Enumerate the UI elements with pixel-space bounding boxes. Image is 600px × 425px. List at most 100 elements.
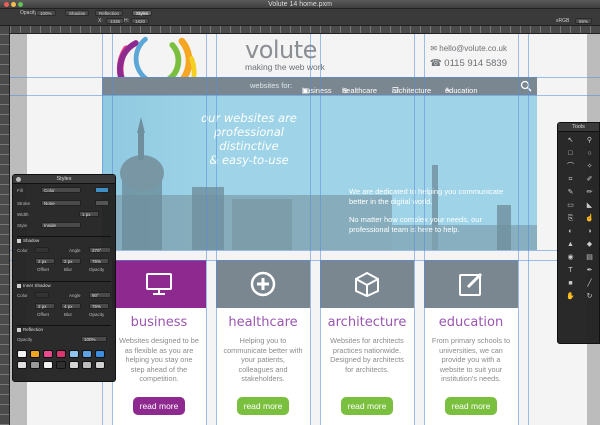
pixelmator-window: Volute 14 home.pxm Opacity: 100% Shadow … [0, 0, 600, 425]
contact-email[interactable]: ✉ hello@volute.co.uk [430, 44, 507, 53]
burn-tool-icon[interactable]: ◑ [581, 228, 598, 236]
opacity-field[interactable]: 100% [81, 336, 107, 342]
card-title[interactable]: architecture [320, 315, 414, 330]
rotate-tool-icon[interactable]: ↻ [581, 293, 598, 301]
style-preset-swatch[interactable] [17, 350, 27, 358]
sponge-tool-icon[interactable]: ▤ [581, 254, 598, 262]
y-field[interactable]: 1820 [131, 18, 150, 24]
smudge-tool-icon[interactable]: ☝ [581, 215, 598, 223]
inner-blur-field[interactable]: 4 px [61, 303, 81, 309]
shadow-blur-field[interactable]: 2 px [61, 258, 81, 264]
paint-bucket-tool-icon[interactable]: ◣ [581, 202, 598, 210]
brush-tool-icon[interactable]: ✎ [562, 189, 579, 197]
close-panel-button[interactable] [16, 177, 21, 182]
opacity-field[interactable]: 100% [36, 10, 56, 16]
read-more-button[interactable]: read more [133, 397, 185, 415]
card-architecture: architecture Websites for architects pra… [320, 260, 414, 425]
shadow-color-label: Color [17, 248, 28, 253]
red-eye-tool-icon[interactable]: ◉ [562, 254, 579, 262]
zoom-tool-icon[interactable]: ⚲ [581, 137, 598, 145]
card-title[interactable]: business [112, 315, 206, 330]
inner-color-label: Color [17, 293, 28, 298]
shadow-values-row: 2 px 2 px 75% [17, 258, 111, 266]
line-tool-icon[interactable]: ╱ [581, 280, 598, 288]
pen-tool-icon[interactable]: ✒ [581, 267, 598, 275]
style-preset-swatch[interactable] [82, 350, 92, 358]
shadow-offset-field[interactable]: 2 px [35, 258, 55, 264]
crop-tool-icon[interactable]: ⌗ [562, 176, 579, 184]
eraser-tool-icon[interactable]: ▭ [562, 202, 579, 210]
read-more-button[interactable]: read more [237, 397, 289, 415]
card-icon-band [112, 260, 206, 308]
move-tool-icon[interactable]: ↖ [562, 137, 579, 145]
nav-item-label: healthcare [342, 86, 378, 95]
plus-circle-icon [250, 271, 276, 297]
lasso-tool-icon[interactable]: ⌒ [562, 163, 579, 171]
style-preset-swatch[interactable] [95, 350, 105, 358]
clone-tool-icon[interactable]: ⎘ [562, 215, 579, 223]
reflection-checkbox[interactable] [17, 327, 21, 332]
pencil-tool-icon[interactable]: ✏ [581, 189, 598, 197]
zoom-field[interactable]: 86% [575, 18, 593, 24]
styles-panel-title: Styles [13, 175, 115, 184]
hero-heading-line: & easy-to-use [209, 153, 289, 167]
sharpen-tool-icon[interactable]: ▲ [562, 241, 579, 249]
blur-tool-icon[interactable]: ◆ [581, 241, 598, 249]
x-field[interactable]: 1336 [106, 18, 125, 24]
styles-button[interactable]: Styles [132, 10, 153, 16]
rect-select-tool-icon[interactable]: □ [562, 150, 579, 158]
shadow-opacity-field[interactable]: 75% [89, 258, 109, 264]
y-label: H: [124, 18, 129, 24]
shadow-section[interactable]: Shadow [17, 236, 111, 243]
fill-color-swatch[interactable] [95, 187, 109, 193]
style-preset-swatch[interactable] [56, 350, 66, 358]
card-title[interactable]: education [424, 315, 518, 330]
style-select[interactable]: Inside [41, 222, 81, 228]
vertical-ruler[interactable] [0, 26, 10, 425]
eyedropper-tool-icon[interactable]: ✐ [581, 176, 598, 184]
dodge-tool-icon[interactable]: ◐ [562, 228, 579, 236]
card-body: Helping you to communicate better with y… [223, 336, 303, 383]
inner-offset-field[interactable]: 2 px [35, 303, 55, 309]
style-preset-swatch[interactable] [56, 361, 66, 369]
email-text: hello@volute.co.uk [439, 44, 507, 53]
inner-shadow-section[interactable]: Inner Shadow [17, 281, 111, 288]
style-preset-swatch[interactable] [95, 361, 105, 369]
reflection-button[interactable]: Reflection [95, 10, 124, 16]
width-field[interactable]: 1 px [79, 211, 99, 217]
fill-type-select[interactable]: Color [41, 187, 81, 193]
shape-tool-icon[interactable]: ■ [562, 280, 579, 288]
tools-grid: ↖ ⚲ □ ○ ⌒ ✧ ⌗ ✐ ✎ ✏ ▭ ◣ ⎘ ☝ ◐ ◑ ▲ ◆ ◉ ▤ T ✒ ■ ╱ ✋ ↻ [562, 137, 598, 301]
style-preset-swatch[interactable] [43, 350, 53, 358]
card-icon-band [320, 260, 414, 308]
inner-shadow-checkbox[interactable] [17, 283, 21, 288]
inner-angle-field[interactable]: 90° [89, 292, 111, 298]
stroke-type-select[interactable]: None [41, 200, 81, 206]
style-preset-swatch[interactable] [30, 361, 40, 369]
shadow-color-swatch[interactable] [35, 247, 49, 253]
reflection-section[interactable]: Reflection [17, 325, 111, 332]
style-preset-swatch[interactable] [43, 361, 53, 369]
shadow-checkbox[interactable] [17, 238, 21, 243]
style-preset-swatch[interactable] [17, 361, 27, 369]
ellipse-select-tool-icon[interactable]: ○ [581, 150, 598, 158]
brand-name[interactable]: volute [245, 36, 317, 64]
shadow-button[interactable]: Shadow [65, 10, 90, 16]
card-title[interactable]: healthcare [216, 315, 310, 330]
inner-opacity-field[interactable]: 75% [89, 303, 109, 309]
shadow-angle-field[interactable]: 270° [89, 247, 111, 253]
style-preset-swatch[interactable] [69, 350, 79, 358]
read-more-button[interactable]: read more [341, 397, 393, 415]
search-icon[interactable] [520, 80, 532, 92]
stroke-color-swatch[interactable] [95, 200, 109, 206]
hero-heading-line: professional [214, 125, 284, 139]
hand-tool-icon[interactable]: ✋ [562, 293, 579, 301]
text-tool-icon[interactable]: T [562, 267, 579, 275]
read-more-button[interactable]: read more [445, 397, 497, 415]
style-preset-swatch[interactable] [69, 361, 79, 369]
style-preset-swatch[interactable] [30, 350, 40, 358]
horizontal-ruler[interactable] [10, 26, 600, 34]
style-preset-swatch[interactable] [82, 361, 92, 369]
inner-color-swatch[interactable] [35, 292, 49, 298]
magic-wand-tool-icon[interactable]: ✧ [581, 163, 598, 171]
